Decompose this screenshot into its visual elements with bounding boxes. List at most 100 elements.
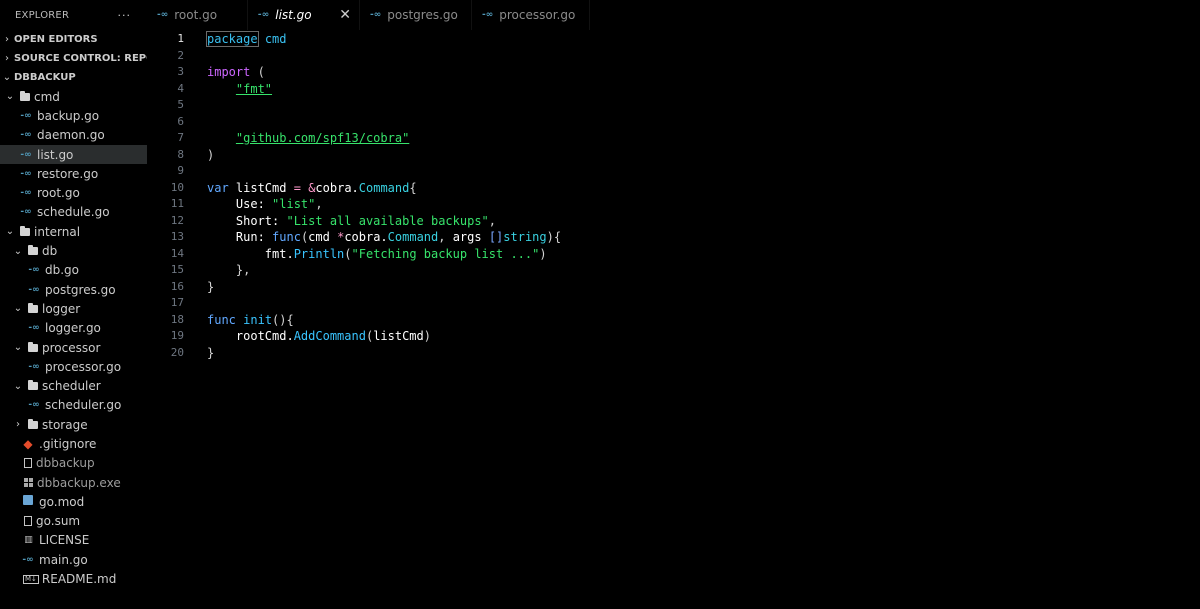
tree-file[interactable]: -∞ daemon.go: [0, 126, 147, 145]
tree-item-label: go.mod: [39, 494, 85, 509]
close-icon[interactable]: ✕: [339, 7, 351, 23]
code-line[interactable]: 11 Use: "list",: [147, 196, 1200, 213]
file-icon: [24, 458, 32, 469]
code-token: ,: [488, 213, 497, 228]
code-line[interactable]: 1 package cmd: [147, 31, 1200, 48]
tree-item-label: cmd: [34, 89, 60, 104]
tree-item-label: go.sum: [36, 514, 81, 529]
tree-file[interactable]: -∞ logger.go: [0, 319, 147, 338]
tree-folder[interactable]: ⌄ scheduler: [0, 376, 147, 395]
project-section[interactable]: ⌄ DBBACKUP: [0, 68, 147, 87]
code-token: ): [539, 246, 547, 261]
tree-folder[interactable]: › storage: [0, 415, 147, 434]
tab-processor-go[interactable]: -∞ processor.go: [472, 0, 590, 30]
go-mod-icon: [20, 495, 36, 508]
tree-item-label: dbbackup: [36, 456, 95, 471]
line-number: 12: [170, 213, 184, 227]
code-token: cmd: [308, 230, 338, 244]
tree-file[interactable]: -∞ processor.go: [0, 357, 147, 376]
tree-file[interactable]: -∞ restore.go: [0, 164, 147, 183]
tree-folder[interactable]: ⌄ logger: [0, 299, 147, 318]
code-token: cobra.: [344, 230, 388, 244]
tree-folder[interactable]: ⌄ cmd: [0, 87, 147, 106]
code-token: "List all available backups": [286, 213, 489, 228]
line-number: 2: [177, 48, 184, 62]
tree-file[interactable]: M↓ README.md: [0, 569, 147, 588]
code-line[interactable]: 6: [147, 114, 1200, 131]
explorer-title: EXPLORER: [15, 9, 70, 21]
more-actions-icon[interactable]: ···: [118, 9, 132, 22]
license-icon: ▥: [24, 535, 33, 546]
code-line[interactable]: 20}: [147, 345, 1200, 362]
code-token: (){: [272, 312, 294, 327]
code-token: ): [423, 329, 431, 343]
code-token: "github.com/spf13/cobra": [235, 131, 410, 145]
tree-folder[interactable]: ⌄ db: [0, 241, 147, 260]
code-token: cmd: [264, 32, 287, 46]
tree-file[interactable]: go.sum: [0, 512, 147, 531]
tree-folder[interactable]: ⌄ processor: [0, 338, 147, 357]
code-line[interactable]: 3 import (: [147, 64, 1200, 81]
tree-file[interactable]: dbbackup.exe: [0, 473, 147, 492]
code-text: fmt.Println("Fetching backup list ..."): [207, 246, 547, 263]
tree-file[interactable]: -∞ root.go: [0, 183, 147, 202]
tree-item-label: logger: [42, 301, 81, 316]
code-text: Run: func(cmd *cobra.Command, args []str…: [207, 229, 561, 246]
go-file-icon: -∞: [370, 10, 382, 20]
code-text: "github.com/spf13/cobra": [207, 130, 409, 147]
code-line[interactable]: 2: [147, 48, 1200, 65]
open-editors-section[interactable]: › OPEN EDITORS: [0, 30, 147, 49]
tree-file[interactable]: ◆ .gitignore: [0, 434, 147, 453]
code-line[interactable]: 8): [147, 147, 1200, 164]
tree-item-label: root.go: [37, 186, 80, 201]
code-line[interactable]: 19 rootCmd.AddCommand(listCmd): [147, 328, 1200, 345]
go-file-icon: -∞: [20, 168, 32, 179]
tree-file[interactable]: -∞ schedule.go: [0, 203, 147, 222]
line-number: 15: [170, 263, 184, 276]
code-line[interactable]: 5: [147, 97, 1200, 114]
code-token: },: [235, 263, 251, 277]
code-line[interactable]: 14 fmt.Println("Fetching backup list ...…: [147, 246, 1200, 263]
chevron-down-icon: ⌄: [2, 72, 12, 83]
code-token: package: [206, 31, 259, 47]
tree-item-label: LICENSE: [39, 533, 90, 548]
chevron-down-icon: ⌄: [5, 91, 15, 103]
code-line[interactable]: 13 Run: func(cmd *cobra.Command, args []…: [147, 229, 1200, 246]
tree-file[interactable]: ▥ LICENSE: [0, 531, 147, 550]
tree-item-label: README.md: [41, 572, 117, 587]
tab-list-go[interactable]: -∞ list.go ✕: [248, 0, 360, 30]
tree-item-label: dbbackup.exe: [37, 475, 121, 490]
code-token: =: [293, 180, 301, 195]
line-number: 8: [177, 147, 184, 161]
code-line[interactable]: 12 Short: "List all available backups",: [147, 213, 1200, 230]
tree-file[interactable]: -∞ main.go: [0, 550, 147, 569]
source-control-section[interactable]: › SOURCE CONTROL: REPOS...: [0, 49, 147, 68]
tab-root-go[interactable]: -∞ root.go: [147, 0, 248, 30]
tree-file[interactable]: go.mod: [0, 492, 147, 511]
code-token: args: [452, 230, 489, 244]
go-file-icon: -∞: [28, 284, 40, 295]
code-token: (: [344, 246, 352, 261]
tab-postgres-go[interactable]: -∞ postgres.go: [360, 0, 472, 30]
code-line[interactable]: 17: [147, 295, 1200, 312]
tree-folder[interactable]: ⌄ internal: [0, 222, 147, 241]
tab-label: processor.go: [499, 8, 576, 22]
code-line[interactable]: 7 "github.com/spf13/cobra": [147, 130, 1200, 147]
tree-file[interactable]: -∞ db.go: [0, 261, 147, 280]
code-token: []: [488, 230, 504, 244]
code-line[interactable]: 10 var listCmd = &cobra.Command{: [147, 180, 1200, 197]
code-line[interactable]: 9: [147, 163, 1200, 180]
line-number: 16: [170, 279, 184, 293]
tree-file[interactable]: -∞ postgres.go: [0, 280, 147, 299]
code-token: {: [553, 230, 562, 244]
code-line[interactable]: 16}: [147, 279, 1200, 296]
tree-file[interactable]: -∞ scheduler.go: [0, 396, 147, 415]
tree-file[interactable]: dbbackup: [0, 454, 147, 473]
code-line[interactable]: 15 },: [147, 262, 1200, 279]
code-line[interactable]: 4 "fmt": [147, 81, 1200, 98]
code-line[interactable]: 18 func init(){: [147, 312, 1200, 329]
tree-file[interactable]: -∞ list.go: [0, 144, 147, 165]
file-icon: [24, 516, 32, 527]
tree-file[interactable]: -∞ backup.go: [0, 106, 147, 125]
code-editor[interactable]: 1 package cmd 2 3 import (4 "fmt" 5 6 7 "github…: [147, 30, 1200, 609]
